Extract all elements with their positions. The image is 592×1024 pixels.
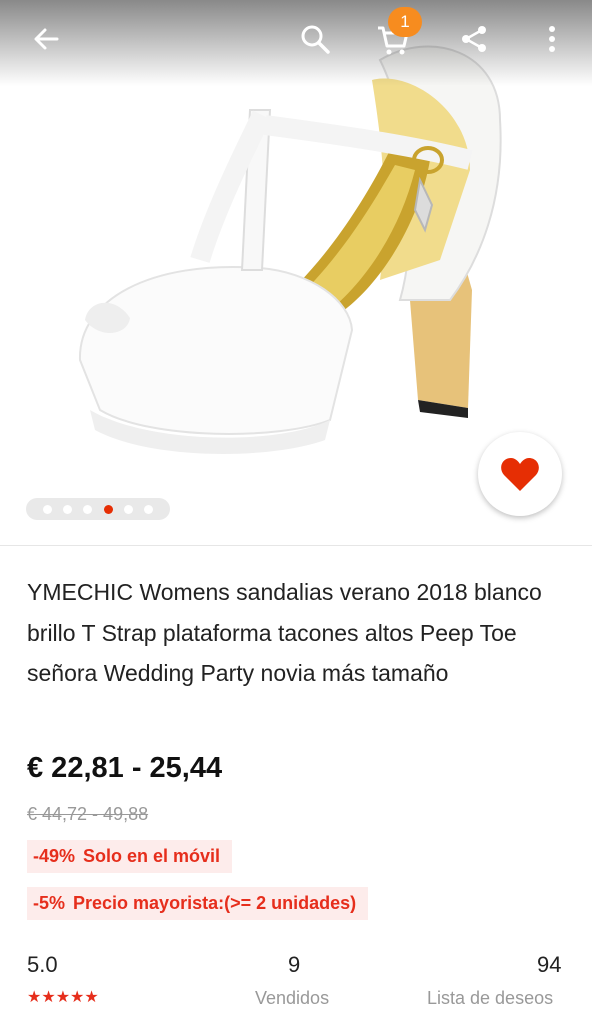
gallery-dot[interactable] xyxy=(43,504,53,514)
discount-label: Precio mayorista:(>= 2 unidades) xyxy=(73,893,357,913)
sold-count: 9 xyxy=(288,952,301,977)
rating-value: 5.0 xyxy=(27,952,58,977)
add-to-wishlist-button[interactable] xyxy=(478,432,562,516)
share-button[interactable] xyxy=(450,15,498,63)
gallery-dot[interactable] xyxy=(123,504,133,514)
search-button[interactable] xyxy=(291,15,339,63)
gallery-dot[interactable] xyxy=(103,504,113,514)
back-arrow-icon xyxy=(34,28,59,50)
product-image-gallery[interactable]: 1 xyxy=(0,0,592,545)
gallery-pager[interactable] xyxy=(26,498,170,520)
product-title: YMECHIC Womens sandalias verano 2018 bla… xyxy=(27,579,542,686)
discount-percent: -5% xyxy=(33,893,66,913)
wholesale-discount-tag: -5% Precio mayorista:(>= 2 unidades) xyxy=(27,887,369,920)
gallery-dot[interactable] xyxy=(143,504,153,514)
discount-label: Solo en el móvil xyxy=(83,846,221,866)
discount-percent: -49% xyxy=(33,846,76,866)
gallery-dot[interactable] xyxy=(63,504,73,514)
product-price: € 22,81 - 25,44 xyxy=(27,752,223,784)
search-icon xyxy=(301,25,330,54)
cart-count-badge: 1 xyxy=(388,7,422,37)
more-vertical-icon xyxy=(549,26,555,52)
rating-stars: ★★★★★ xyxy=(27,989,99,1006)
gallery-dot[interactable] xyxy=(83,504,93,514)
share-icon xyxy=(462,26,486,52)
sold-label: Vendidos xyxy=(255,988,330,1008)
mobile-discount-tag: -49% Solo en el móvil xyxy=(27,840,233,873)
section-divider xyxy=(0,545,592,546)
heart-icon xyxy=(501,458,539,491)
original-price: € 44,72 - 49,88 xyxy=(27,804,149,824)
wishlist-count: 94 xyxy=(537,952,562,977)
wishlist-label: Lista de deseos xyxy=(427,988,554,1008)
more-options-button[interactable] xyxy=(528,15,576,63)
back-button[interactable] xyxy=(22,15,70,63)
